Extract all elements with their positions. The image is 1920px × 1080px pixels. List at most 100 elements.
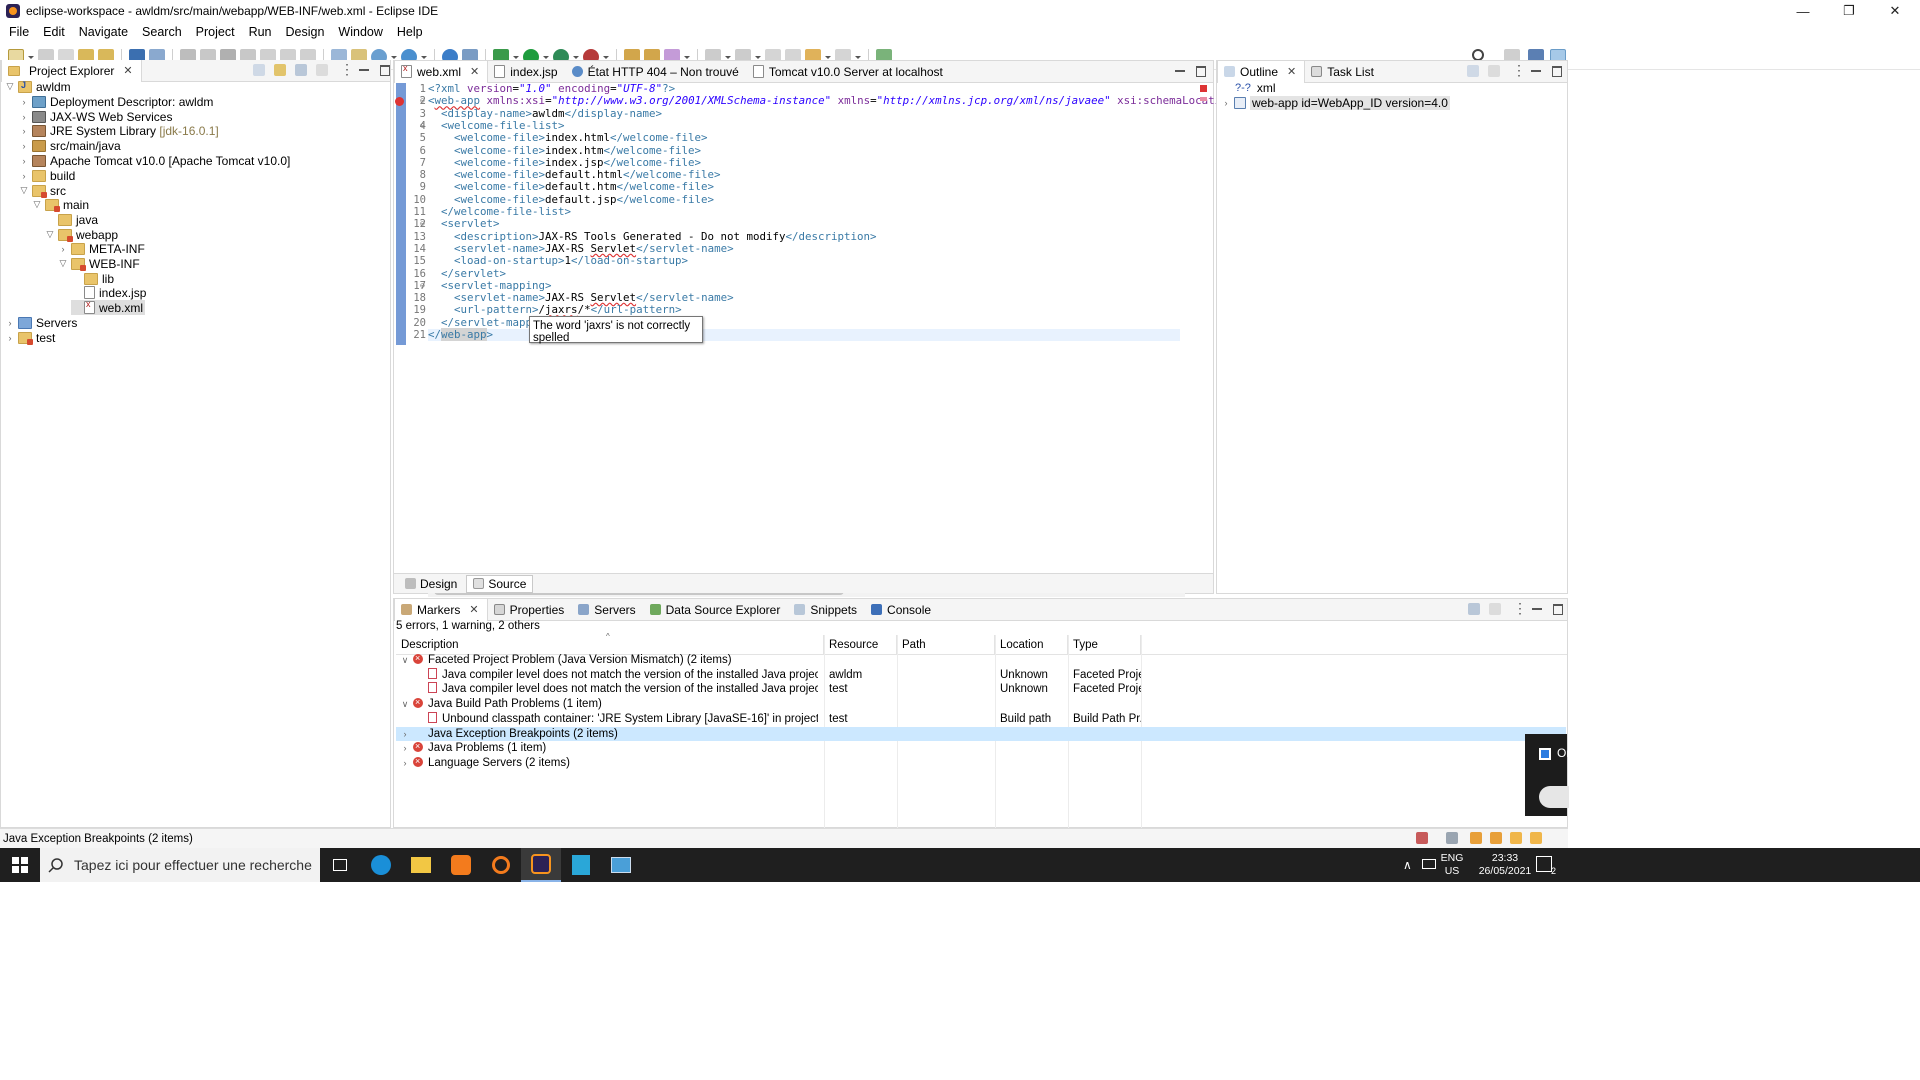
focus-icon[interactable] [1489, 603, 1501, 615]
expanded-arrow-icon[interactable]: ∨ [400, 655, 410, 665]
marker-row[interactable]: Java compiler level does not match the v… [396, 667, 1566, 683]
tab-markers[interactable]: Markers ✕ [394, 598, 488, 621]
fold-toggle-icon[interactable]: ⊖ [420, 281, 425, 290]
progress-icon[interactable] [1446, 832, 1458, 844]
tree-item-src[interactable]: ▽ src [19, 183, 66, 198]
collapsed-arrow-icon[interactable]: › [19, 171, 29, 181]
tree-item-jre-library[interactable]: › JRE System Library [jdk-16.0.1] [19, 123, 219, 138]
minimize-view-icon[interactable] [1530, 65, 1542, 77]
collapsed-arrow-icon[interactable]: › [400, 758, 410, 768]
collapse-all-icon[interactable] [253, 64, 265, 76]
taskbar-app-network[interactable] [601, 848, 641, 882]
collapsed-arrow-icon[interactable]: › [19, 141, 29, 151]
maximize-view-icon[interactable] [1551, 65, 1563, 77]
tree-item-web-xml[interactable]: web.xml [71, 299, 146, 315]
collapsed-arrow-icon[interactable]: › [19, 156, 29, 166]
menu-window[interactable]: Window [331, 25, 389, 39]
column-header-resource[interactable]: Resource [824, 635, 897, 655]
outline-item-web-app[interactable]: › web-app id=WebApp_ID version=4.0 [1221, 95, 1450, 110]
view-menu-icon[interactable] [337, 61, 354, 78]
tree-item-lib[interactable]: lib [71, 271, 114, 286]
network-icon[interactable] [1422, 859, 1436, 869]
tree-item-java[interactable]: java [45, 212, 98, 227]
tips-icon[interactable] [1490, 832, 1502, 844]
tab-source[interactable]: Source [466, 574, 534, 593]
tree-item-main[interactable]: ▽ main [32, 197, 89, 212]
language-indicator[interactable]: ENG US [1440, 852, 1464, 878]
column-header-location[interactable]: Location [995, 635, 1068, 655]
expanded-arrow-icon[interactable]: ▽ [5, 81, 15, 92]
taskbar-app-explorer[interactable] [401, 848, 441, 882]
tab-data-source-explorer[interactable]: Data Source Explorer [644, 599, 789, 621]
tree-item-deployment-descriptor[interactable]: › Deployment Descriptor: awldm [19, 94, 214, 109]
tab-properties[interactable]: Properties [488, 599, 573, 621]
view-menu-icon[interactable] [1509, 62, 1526, 79]
collapsed-arrow-icon[interactable]: › [5, 318, 15, 328]
marker-group-row[interactable]: › Language Servers (2 items) [396, 756, 1566, 771]
expanded-arrow-icon[interactable]: ▽ [32, 199, 42, 210]
error-overview-marker[interactable] [1200, 85, 1207, 92]
menu-project[interactable]: Project [189, 25, 242, 39]
fold-toggle-icon[interactable]: ⊖ [420, 121, 425, 130]
tab-console[interactable]: Console [865, 599, 939, 621]
menu-design[interactable]: Design [279, 25, 332, 39]
close-window-button[interactable]: ✕ [1872, 0, 1918, 22]
marker-group-row[interactable]: › Java Problems (1 item) [396, 741, 1566, 756]
outline-item-xml[interactable]: ?-? xml [1235, 80, 1276, 95]
tab-snippets[interactable]: Snippets [788, 599, 865, 621]
maximize-view-icon[interactable] [1195, 65, 1207, 77]
warning-overview-marker[interactable] [1200, 97, 1207, 101]
menu-search[interactable]: Search [135, 25, 189, 39]
close-icon[interactable]: ✕ [469, 603, 478, 616]
collapsed-arrow-icon[interactable]: › [5, 333, 15, 343]
tab-web-xml[interactable]: web.xml ✕ [394, 60, 489, 83]
tree-item-tomcat-library[interactable]: › Apache Tomcat v10.0 [Apache Tomcat v10.… [19, 153, 291, 168]
minimize-view-icon[interactable] [1174, 65, 1186, 77]
column-header-description[interactable]: Description [396, 635, 824, 655]
column-header-type[interactable]: Type [1068, 635, 1141, 655]
link-editor-icon[interactable] [274, 64, 286, 76]
tree-item-jax-ws[interactable]: › JAX-WS Web Services [19, 109, 173, 124]
tree-item-awldm[interactable]: ▽ awldm [5, 79, 71, 94]
menu-run[interactable]: Run [242, 25, 279, 39]
maximize-view-icon[interactable] [1552, 603, 1564, 615]
tree-item-servers[interactable]: › Servers [5, 315, 78, 330]
collapsed-arrow-icon[interactable]: › [400, 729, 410, 739]
minimize-button[interactable]: — [1780, 0, 1826, 22]
view-menu-icon[interactable] [1510, 600, 1527, 617]
collapsed-arrow-icon[interactable]: › [19, 97, 29, 107]
expanded-arrow-icon[interactable]: ▽ [19, 185, 29, 196]
taskbar-app-edge[interactable] [361, 848, 401, 882]
fold-toggle-icon[interactable]: ⊖ [420, 219, 425, 228]
task-view-button[interactable] [320, 848, 360, 882]
expanded-arrow-icon[interactable]: ∨ [400, 699, 410, 709]
chevron-up-icon[interactable]: ∧ [1403, 858, 1412, 872]
tree-item-web-inf[interactable]: ▽ WEB-INF [58, 256, 140, 271]
filter-icon[interactable] [295, 64, 307, 76]
start-button[interactable] [0, 848, 40, 882]
collapsed-arrow-icon[interactable]: › [1221, 98, 1231, 108]
menu-help[interactable]: Help [390, 25, 430, 39]
marker-group-row[interactable]: ∨ Faceted Project Problem (Java Version M… [396, 653, 1566, 668]
marker-row[interactable]: Unbound classpath container: 'JRE System… [396, 711, 1566, 727]
tree-item-build[interactable]: › build [19, 168, 76, 183]
notification-icon[interactable] [1530, 832, 1542, 844]
expanded-arrow-icon[interactable]: ▽ [45, 229, 55, 240]
taskbar-app-book[interactable] [561, 848, 601, 882]
pencil-icon[interactable] [1510, 832, 1522, 844]
maximize-view-icon[interactable] [379, 64, 391, 76]
collapsed-arrow-icon[interactable]: › [19, 112, 29, 122]
minimize-view-icon[interactable] [1531, 603, 1543, 615]
marker-row[interactable]: Java compiler level does not match the v… [396, 682, 1566, 697]
error-marker-icon[interactable] [395, 97, 404, 106]
filter-icon[interactable] [1468, 603, 1480, 615]
tree-item-webapp[interactable]: ▽ webapp [45, 227, 118, 242]
taskbar-app-xampp[interactable] [441, 848, 481, 882]
tree-item-index-jsp[interactable]: index.jsp [71, 285, 146, 300]
action-center-icon[interactable]: 2 [1536, 856, 1556, 876]
taskbar-app-orange[interactable] [481, 848, 521, 882]
close-icon[interactable]: ✕ [123, 64, 132, 77]
taskbar-app-eclipse[interactable] [521, 848, 561, 882]
menu-file[interactable]: File [2, 25, 36, 39]
focus-icon[interactable] [316, 64, 328, 76]
